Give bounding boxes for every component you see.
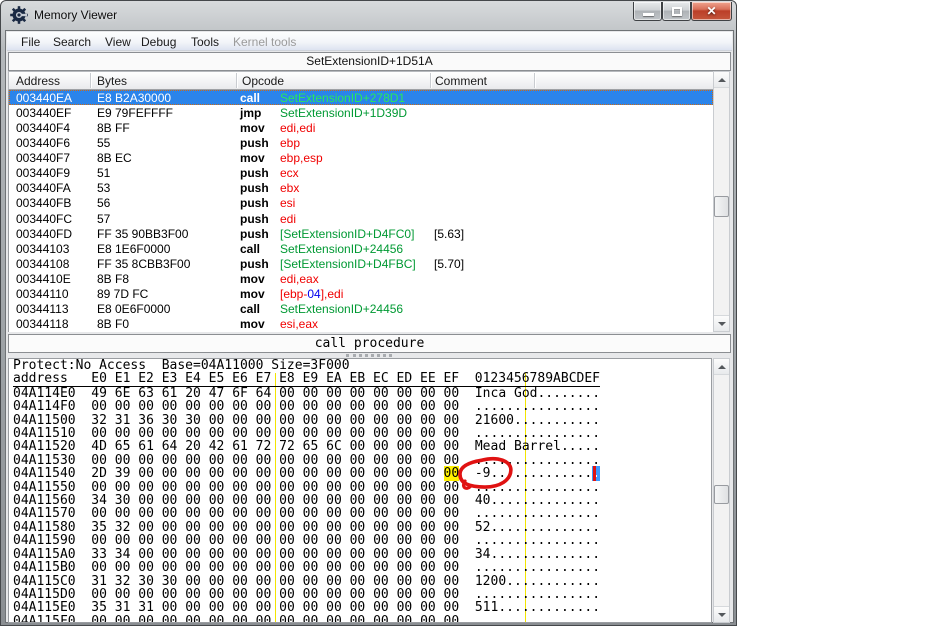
- disasm-row-003440F7[interactable]: 003440F78B ECmovebp,esp: [9, 150, 713, 165]
- hex-cursor[interactable]: .: [592, 466, 600, 481]
- disasm-row-003440F6[interactable]: 003440F655pushebp: [9, 135, 713, 150]
- disasm-row-003440EA[interactable]: 003440EAE8 B2A30000callSetExtensionID+27…: [9, 90, 713, 105]
- menu-item-view[interactable]: View: [102, 34, 134, 50]
- hex-row-04A114E0[interactable]: 04A114E0 49 6E 63 61 20 47 6F 64 00 00 0…: [9, 387, 711, 400]
- scrollbar-thumb[interactable]: [714, 196, 729, 217]
- disasm-row-00344110[interactable]: 0034411089 7D FCmov[ebp-04],edi: [9, 286, 713, 301]
- disasm-scrollbar[interactable]: [713, 71, 730, 332]
- disasm-row-003440F4[interactable]: 003440F48B FFmovedi,edi: [9, 120, 713, 135]
- column-header-comment[interactable]: Comment: [435, 74, 487, 88]
- maximize-icon: [672, 7, 682, 16]
- arrow-down-icon: [718, 322, 726, 326]
- column-separator: [90, 73, 91, 88]
- minimize-button[interactable]: [633, 2, 662, 21]
- protect-line: Protect:No Access Base=04A11000 Size=3F0…: [9, 359, 711, 372]
- menu-item-debug[interactable]: Debug: [138, 34, 179, 50]
- hex-row-04A11550[interactable]: 04A11550 00 00 00 00 00 00 00 00 00 00 0…: [9, 481, 711, 494]
- hex-row-04A11520[interactable]: 04A11520 4D 65 61 64 20 42 61 72 72 65 6…: [9, 440, 711, 453]
- scrollbar-thumb[interactable]: [714, 485, 729, 504]
- close-button[interactable]: ✕: [691, 2, 732, 21]
- titlebar[interactable]: Memory Viewer ✕: [1, 1, 736, 30]
- disasm-row-003440EF[interactable]: 003440EFE9 79FEFFFFjmpSetExtensionID+1D3…: [9, 105, 713, 120]
- disasm-row-003440FC[interactable]: 003440FC57pushedi: [9, 211, 713, 226]
- hex-row-04A115C0[interactable]: 04A115C0 31 32 30 30 00 00 00 00 00 00 0…: [9, 575, 711, 588]
- disasm-row-003440F9[interactable]: 003440F951pushecx: [9, 165, 713, 180]
- hex-row-04A11510[interactable]: 04A11510 00 00 00 00 00 00 00 00 00 00 0…: [9, 427, 711, 440]
- hex-row-04A115E0[interactable]: 04A115E0 35 31 31 00 00 00 00 00 00 00 0…: [9, 601, 711, 614]
- scroll-down-button[interactable]: [714, 606, 729, 622]
- arrow-down-icon: [718, 613, 726, 617]
- hex-row-04A11560[interactable]: 04A11560 34 30 00 00 00 00 00 00 00 00 0…: [9, 494, 711, 507]
- disasm-row-00344108[interactable]: 00344108FF 35 8CBB3F00push[SetExtensionI…: [9, 256, 713, 271]
- menu-item-search[interactable]: Search: [50, 34, 94, 50]
- menu-item-file[interactable]: File: [18, 34, 43, 50]
- disasm-row-003440FB[interactable]: 003440FB56pushesi: [9, 195, 713, 210]
- disasm-row-00344118[interactable]: 003441188B F0movesi,eax: [9, 316, 713, 331]
- hex-row-04A115A0[interactable]: 04A115A0 33 34 00 00 00 00 00 00 00 00 0…: [9, 548, 711, 561]
- minimize-icon: [643, 13, 654, 16]
- column-separator: [236, 73, 237, 88]
- disasm-row-00344113[interactable]: 00344113E8 0E6F0000callSetExtensionID+24…: [9, 301, 713, 316]
- maximize-button[interactable]: [662, 2, 691, 21]
- scroll-down-button[interactable]: [714, 315, 729, 331]
- column-header-bytes[interactable]: Bytes: [97, 74, 127, 88]
- disasm-column-header[interactable]: Address Bytes Opcode Comment: [8, 71, 714, 90]
- disasm-row-00344103[interactable]: 00344103E8 1E6F0000callSetExtensionID+24…: [9, 241, 713, 256]
- hex-view[interactable]: Protect:No Access Base=04A11000 Size=3F0…: [8, 358, 712, 623]
- hex-row-04A11590[interactable]: 04A11590 00 00 00 00 00 00 00 00 00 00 0…: [9, 534, 711, 547]
- status-bar: call procedure: [8, 334, 731, 353]
- disasm-row-0034410E[interactable]: 0034410E8B F8movedi,eax: [9, 271, 713, 286]
- hex-row-04A115B0[interactable]: 04A115B0 00 00 00 00 00 00 00 00 00 00 0…: [9, 561, 711, 574]
- menu-item-tools[interactable]: Tools: [188, 34, 222, 50]
- menu-bar: File Search ViewDebug Tools Kernel tools: [7, 32, 732, 51]
- hex-row-04A11580[interactable]: 04A11580 35 32 00 00 00 00 00 00 00 00 0…: [9, 521, 711, 534]
- column-header-opcode[interactable]: Opcode: [242, 74, 284, 88]
- window-title: Memory Viewer: [34, 8, 117, 22]
- hex-row-04A114F0[interactable]: 04A114F0 00 00 00 00 00 00 00 00 00 00 0…: [9, 400, 711, 413]
- hex-row-04A11530[interactable]: 04A11530 00 00 00 00 00 00 00 00 00 00 0…: [9, 454, 711, 467]
- hex-row-04A11570[interactable]: 04A11570 00 00 00 00 00 00 00 00 00 00 0…: [9, 507, 711, 520]
- disasm-row-003440FD[interactable]: 003440FDFF 35 90BB3F00push[SetExtensionI…: [9, 226, 713, 241]
- disassembly-list[interactable]: 003440EAE8 B2A30000callSetExtensionID+27…: [8, 90, 714, 332]
- client-area: File Search ViewDebug Tools Kernel tools Set…: [5, 30, 734, 623]
- hex-row-04A115F0[interactable]: 04A115F0 00 00 00 00 00 00 00 00 00 00 0…: [9, 615, 711, 623]
- hex-row-04A11500[interactable]: 04A11500 32 31 36 30 30 00 00 00 00 00 0…: [9, 414, 711, 427]
- hex-scrollbar[interactable]: [713, 358, 730, 623]
- hex-row-04A115D0[interactable]: 04A115D0 00 00 00 00 00 00 00 00 00 00 0…: [9, 588, 711, 601]
- scroll-up-button[interactable]: [714, 72, 729, 88]
- arrow-up-icon: [718, 365, 726, 369]
- cheat-engine-gear-icon: [10, 6, 28, 24]
- symbol-address-bar[interactable]: SetExtensionID+1D51A: [8, 52, 731, 71]
- close-icon: ✕: [692, 4, 731, 18]
- column-separator: [534, 73, 535, 88]
- hex-column-header: address E0 E1 E2 E3 E4 E5 E6 E7 E8 E9 EA…: [9, 372, 711, 386]
- disasm-row-003440FA[interactable]: 003440FA53pushebx: [9, 180, 713, 195]
- scroll-up-button[interactable]: [714, 359, 729, 375]
- memory-viewer-window: Memory Viewer ✕ File Search ViewDebug Tools…: [0, 0, 737, 626]
- column-header-address[interactable]: Address: [16, 74, 60, 88]
- arrow-up-icon: [718, 78, 726, 82]
- menu-item-kernel-tools: Kernel tools: [230, 34, 299, 50]
- hex-row-04A11540[interactable]: 04A11540 2D 39 00 00 00 00 00 00 00 00 0…: [9, 467, 711, 480]
- column-separator: [430, 73, 431, 88]
